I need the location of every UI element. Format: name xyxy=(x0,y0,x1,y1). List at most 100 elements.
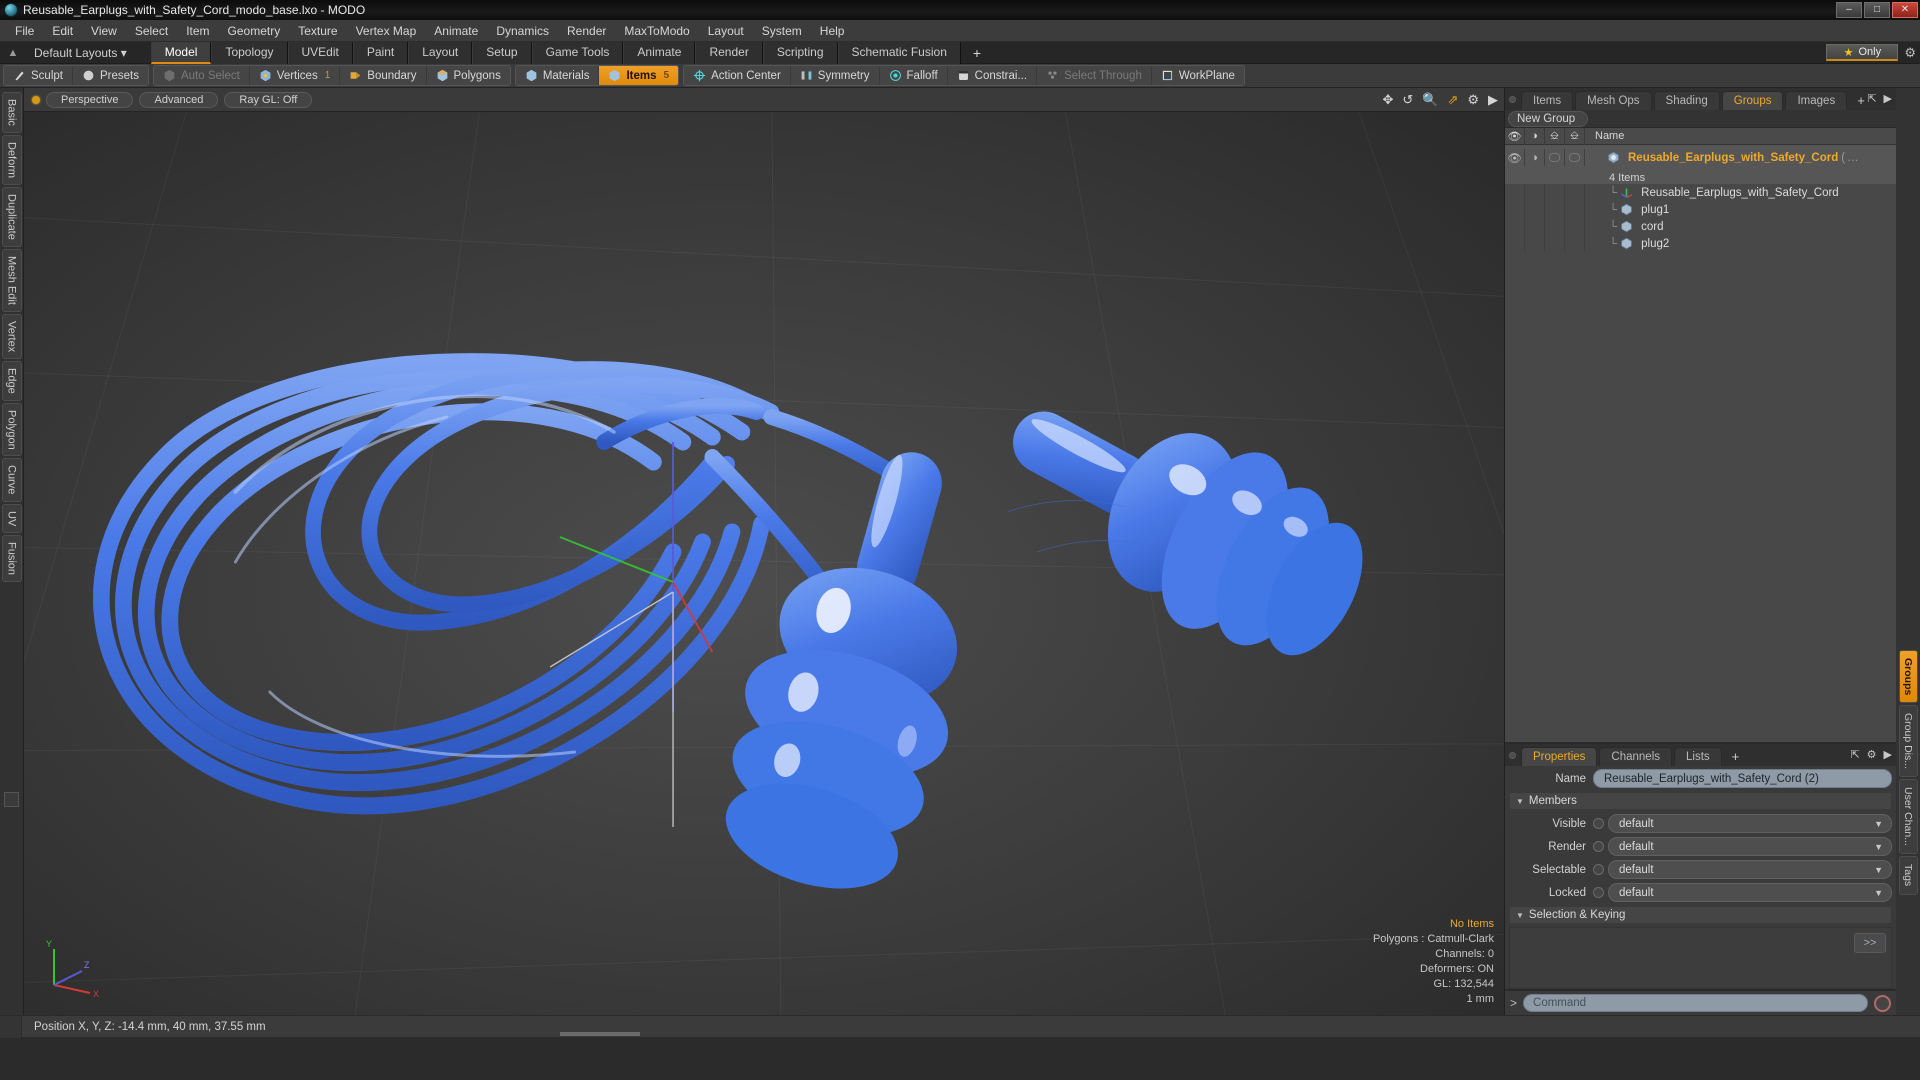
sidebar-item-uv[interactable]: UV xyxy=(1,503,22,534)
properties-menu-dot[interactable] xyxy=(1509,751,1516,759)
sidebar-item-user-chan[interactable]: User Chan... xyxy=(1898,779,1918,855)
tool-symmetry[interactable]: Symmetry xyxy=(791,66,880,85)
gear-icon[interactable]: ⚙ xyxy=(1904,45,1916,61)
sidebar-item-duplicate[interactable]: Duplicate xyxy=(1,186,22,247)
sidebar-item-groups[interactable]: Groups xyxy=(1898,650,1918,704)
eye-icon[interactable]: 👁 xyxy=(1505,127,1525,145)
tool-vertices[interactable]: Vertices 1 xyxy=(250,66,341,85)
sidebar-item-edge[interactable]: Edge xyxy=(1,360,22,401)
gear-icon[interactable]: ⚙ xyxy=(1467,92,1479,108)
tool-workplane[interactable]: WorkPlane xyxy=(1152,66,1244,85)
tool-select-through[interactable]: Select Through xyxy=(1037,66,1152,85)
lock-icon[interactable]: ⎒ xyxy=(1545,127,1565,145)
tab-shading[interactable]: Shading xyxy=(1653,91,1720,110)
row-eye-cell[interactable] xyxy=(1505,218,1525,235)
group-tree-empty-space[interactable] xyxy=(1505,345,1896,742)
sidebar-item-vertex[interactable]: Vertex xyxy=(1,313,22,359)
menu-select[interactable]: Select xyxy=(126,20,177,42)
sidebar-item-curve[interactable]: Curve xyxy=(1,458,22,502)
viewport-canvas[interactable]: No Items Polygons : Catmull-Clark Channe… xyxy=(24,112,1504,1015)
row-lock-cell[interactable] xyxy=(1545,218,1565,235)
tool-falloff[interactable]: Falloff xyxy=(880,66,948,85)
advance-button[interactable]: >> xyxy=(1854,933,1886,953)
menu-view[interactable]: View xyxy=(82,20,126,42)
row-eye-cell[interactable] xyxy=(1505,184,1525,201)
table-row[interactable]: └ cord xyxy=(1505,218,1896,235)
locked-select[interactable]: default ▼ xyxy=(1608,883,1892,902)
tool-presets[interactable]: Presets xyxy=(73,66,148,85)
fit-icon[interactable]: ⇗ xyxy=(1447,92,1458,108)
add-properties-tab-button[interactable]: + xyxy=(1724,747,1748,766)
chevron-right-icon[interactable]: ▶ xyxy=(1884,748,1892,761)
tool-action-center[interactable]: Action Center xyxy=(684,66,791,85)
viewport-raygl-dropdown[interactable]: Ray GL: Off xyxy=(224,91,313,108)
rotate-icon[interactable]: ↺ xyxy=(1402,92,1413,108)
tab-layout[interactable]: Layout xyxy=(408,41,473,64)
table-row[interactable]: └ plug2 xyxy=(1505,235,1896,252)
menu-system[interactable]: System xyxy=(753,20,811,42)
anchor-pin-icon[interactable]: ▲ xyxy=(0,47,26,59)
visible-select[interactable]: default ▼ xyxy=(1608,814,1892,833)
row-render-cell[interactable] xyxy=(1525,235,1545,252)
only-button[interactable]: ★ Only xyxy=(1826,44,1899,61)
row-eye-cell[interactable] xyxy=(1505,201,1525,218)
tab-topology[interactable]: Topology xyxy=(211,41,288,64)
maximize-button[interactable]: □ xyxy=(1864,2,1890,18)
default-layouts-dropdown[interactable]: Default Layouts ▾ xyxy=(26,46,135,60)
menu-edit[interactable]: Edit xyxy=(43,20,82,42)
new-group-button[interactable]: New Group xyxy=(1508,110,1589,127)
row-render-cell[interactable] xyxy=(1525,218,1545,235)
selectable-radio[interactable] xyxy=(1593,864,1604,875)
row-lock-cell[interactable] xyxy=(1545,184,1565,201)
tool-polygons[interactable]: Polygons xyxy=(427,66,510,85)
menu-vertex-map[interactable]: Vertex Map xyxy=(347,20,426,42)
sidebar-item-tags[interactable]: Tags xyxy=(1898,856,1918,895)
tool-sculpt[interactable]: Sculpt xyxy=(4,66,73,85)
row-render-icon[interactable]: ◑ xyxy=(1525,149,1545,166)
row-lock-cell[interactable] xyxy=(1545,201,1565,218)
row-render-cell[interactable] xyxy=(1525,184,1545,201)
menu-file[interactable]: File xyxy=(6,20,43,42)
zoom-icon[interactable]: 🔍 xyxy=(1422,92,1438,108)
sidebar-item-basic[interactable]: Basic xyxy=(1,92,22,133)
status-bar-icon-cell[interactable] xyxy=(0,1015,22,1038)
chevron-right-icon[interactable]: ▶ xyxy=(1884,92,1892,105)
tab-items[interactable]: Items xyxy=(1521,91,1574,110)
locked-radio[interactable] xyxy=(1593,887,1604,898)
table-row[interactable]: 👁 ◑ Reusable_Earplugs_with_Safety_Cord (… xyxy=(1505,145,1896,170)
tab-uvedit[interactable]: UVEdit xyxy=(287,41,353,64)
row-select-cell[interactable] xyxy=(1565,184,1585,201)
tab-channels[interactable]: Channels xyxy=(1599,747,1673,766)
sidebar-item-deform[interactable]: Deform xyxy=(1,134,22,185)
tool-boundary[interactable]: Boundary xyxy=(340,66,427,85)
tab-render[interactable]: Render xyxy=(695,41,763,64)
members-section-header[interactable]: ▼ Members xyxy=(1509,792,1892,810)
row-select-cell[interactable] xyxy=(1565,218,1585,235)
tool-auto-select[interactable]: Auto Select xyxy=(154,66,250,85)
menu-item[interactable]: Item xyxy=(177,20,218,42)
tab-model[interactable]: Model xyxy=(150,41,212,64)
row-lock-cell[interactable] xyxy=(1545,235,1565,252)
menu-geometry[interactable]: Geometry xyxy=(219,20,290,42)
record-icon[interactable] xyxy=(1874,994,1891,1012)
row-select-cell[interactable] xyxy=(1565,235,1585,252)
horizontal-scrollbar[interactable] xyxy=(560,1032,640,1036)
tool-materials[interactable]: Materials xyxy=(516,66,600,85)
row-render-cell[interactable] xyxy=(1525,201,1545,218)
menu-render[interactable]: Render xyxy=(558,20,615,42)
menu-dynamics[interactable]: Dynamics xyxy=(487,20,558,42)
tab-properties[interactable]: Properties xyxy=(1521,747,1598,766)
minimize-button[interactable]: – xyxy=(1836,2,1862,18)
row-lock-toggle[interactable] xyxy=(1545,149,1565,166)
row-select-cell[interactable] xyxy=(1565,201,1585,218)
table-row[interactable]: └ Reusable_Earplugs_with_Safety_Cord xyxy=(1505,184,1896,201)
render-select[interactable]: default ▼ xyxy=(1608,837,1892,856)
sidebar-item-polygon[interactable]: Polygon xyxy=(1,402,22,457)
row-eye-icon[interactable]: 👁 xyxy=(1505,149,1525,166)
selectable-select[interactable]: default ▼ xyxy=(1608,860,1892,879)
tab-animate[interactable]: Animate xyxy=(623,41,696,64)
viewport-3d[interactable]: Perspective Advanced Ray GL: Off ✥ ↺ 🔍 ⇗… xyxy=(24,88,1504,1015)
tab-scripting[interactable]: Scripting xyxy=(762,41,838,64)
chevron-right-icon[interactable]: ▶ xyxy=(1488,92,1498,108)
tab-groups[interactable]: Groups xyxy=(1721,91,1784,110)
